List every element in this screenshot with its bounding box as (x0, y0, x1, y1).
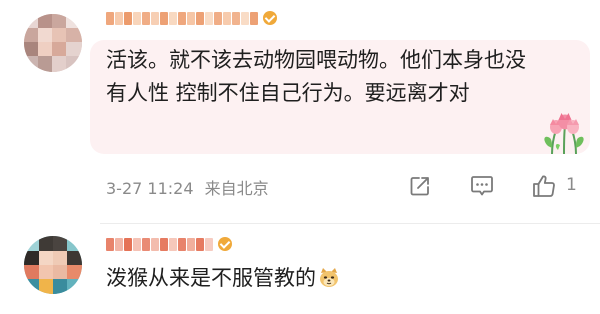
username-block (133, 11, 141, 25)
reply-text-row: 泼猴从来是不服管教的 (106, 263, 340, 296)
like-count: 1 (566, 175, 577, 195)
comment-icon (471, 176, 493, 196)
username-block (106, 11, 114, 25)
comment-text: 活该。就不该去动物园喂动物。他们本身也没有人性 控制不住自己行为。要远离才对 (106, 48, 526, 105)
username-obscured[interactable] (106, 236, 232, 252)
tulip-sticker-icon (544, 113, 584, 154)
divider (100, 223, 600, 224)
username-block (169, 237, 177, 251)
username-block (124, 237, 132, 251)
username-block (151, 237, 159, 251)
username-block (205, 237, 213, 251)
verified-badge-icon (263, 11, 277, 25)
comment-date: 3-27 11:24 (106, 179, 194, 198)
username-block (142, 11, 150, 25)
username-block (151, 11, 159, 25)
comment-meta: 3-27 11:24 来自北京 (106, 175, 269, 199)
username-block (187, 11, 195, 25)
avatar[interactable] (24, 14, 82, 72)
username-block (124, 11, 132, 25)
share-button[interactable] (406, 172, 434, 200)
verified-badge-icon (218, 237, 232, 251)
username-block (160, 11, 168, 25)
share-icon (410, 177, 429, 196)
doge-emoji-icon (318, 266, 340, 296)
username-block (160, 237, 168, 251)
username-block (115, 11, 123, 25)
username-block (223, 11, 231, 25)
username-block (241, 11, 249, 25)
comment-location: 来自北京 (204, 179, 269, 198)
avatar[interactable] (24, 236, 82, 294)
comment-text: 泼猴从来是不服管教的 (106, 266, 316, 290)
username-block (115, 237, 123, 251)
like-button[interactable] (530, 172, 558, 200)
username-block (169, 11, 177, 25)
blurred-avatar-image (24, 236, 82, 294)
username-block (250, 11, 258, 25)
username-block (133, 237, 141, 251)
comment-button[interactable] (468, 172, 496, 200)
username-block (196, 11, 204, 25)
username-block (178, 11, 186, 25)
username-obscured[interactable] (106, 10, 277, 26)
username-block (106, 237, 114, 251)
username-block (187, 237, 195, 251)
username-block (142, 237, 150, 251)
username-block (196, 237, 204, 251)
thumbs-up-icon (533, 175, 555, 197)
username-block (214, 11, 222, 25)
username-block (232, 11, 240, 25)
username-block (205, 11, 213, 25)
blurred-avatar-image (24, 14, 82, 72)
username-block (178, 237, 186, 251)
